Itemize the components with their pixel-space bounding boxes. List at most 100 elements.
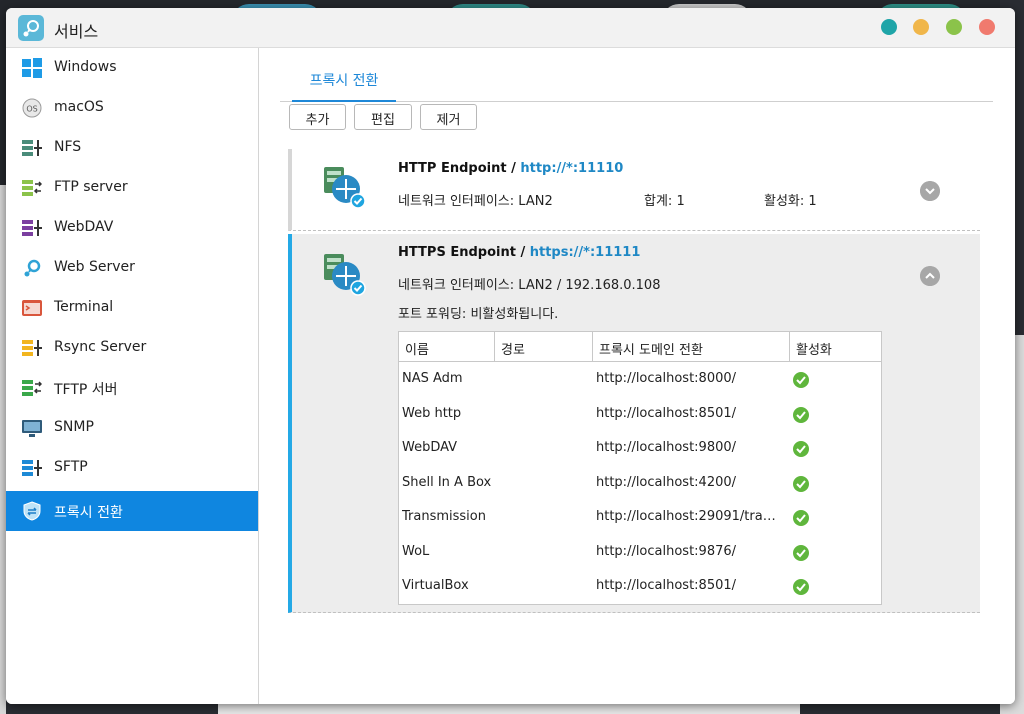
sidebar-item-proxy[interactable]: 프록시 전환 [6,491,258,531]
sidebar-item-label: FTP server [54,179,128,195]
enabled-check-icon [793,372,809,388]
sidebar-item-label: SNMP [54,419,94,435]
endpoint-port-forwarding: 포트 포워딩: 비활성화됩니다. [398,307,559,322]
sidebar-item-label: TFTP 서버 [54,382,118,398]
chevron-down-icon[interactable] [920,181,940,201]
enabled-check-icon [793,510,809,526]
endpoint-url[interactable]: https://*:11111 [530,245,641,260]
sidebar-item-terminal[interactable]: Terminal [6,288,258,328]
cell-target: http://localhost:8501/ [596,405,737,421]
endpoint-title: HTTP Endpoint / http://*:11110 [398,161,624,176]
sidebar: Windows OS macOS NFS FTP server WebDAV W… [6,48,259,704]
endpoint-url[interactable]: http://*:11110 [520,161,623,176]
cell-name: Shell In A Box [402,474,492,490]
proxy-shield-icon [23,501,41,521]
sidebar-item-snmp[interactable]: SNMP [6,408,258,448]
endpoint-server-icon [324,167,366,209]
table-row[interactable]: Transmission http://localhost:29091/trans… [399,509,881,529]
sftp-icon [22,460,42,476]
cell-name: Transmission [402,509,486,524]
nfs-icon [22,140,42,156]
cell-target: http://localhost:4200/ [596,474,737,490]
enabled-check-icon [793,544,809,561]
column-header-enabled[interactable]: 활성화 [790,332,882,362]
endpoint-interface: 네트워크 인터페이스: LAN2 [398,194,553,209]
sidebar-item-webdav[interactable]: WebDAV [6,208,258,248]
cell-name: WoL [402,543,430,559]
proxy-rules-table: 이름 경로 프록시 도메인 전환 활성화 NAS Adm http://local… [398,331,882,605]
enabled-check-icon [793,406,809,423]
sidebar-item-label: Windows [54,59,117,75]
terminal-icon [22,300,42,316]
add-button[interactable]: 추가 [289,104,346,130]
window-minimize-button[interactable] [913,19,929,35]
cell-name: VirtualBox [402,578,469,593]
sidebar-item-label: Web Server [54,259,135,275]
sidebar-item-tftp[interactable]: TFTP 서버 [6,368,258,408]
sidebar-item-windows[interactable]: Windows [6,48,258,88]
endpoint-active-count: 활성화: 1 [764,194,817,209]
cell-name: WebDAV [402,440,458,455]
column-header-target[interactable]: 프록시 도메인 전환 [593,332,790,362]
cell-target: http://localhost:9800/ [596,440,737,455]
sidebar-item-label: Rsync Server [54,339,147,355]
enabled-check-icon [793,441,809,457]
endpoint-interface: 네트워크 인터페이스: LAN2 / 192.168.0.108 [398,278,661,293]
column-header-path[interactable]: 경로 [495,332,593,362]
enabled-check-icon [793,579,809,595]
sidebar-item-label: NFS [54,139,82,155]
services-app-icon [18,15,44,41]
tftp-icon [22,380,42,396]
chevron-up-icon[interactable] [920,266,940,286]
windows-icon [22,58,42,78]
ftp-icon [22,180,42,196]
table-row[interactable]: NAS Adm http://localhost:8000/ [399,371,881,391]
edit-button[interactable]: 편집 [354,104,412,130]
tab-proxy[interactable]: 프록시 전환 [292,58,396,102]
sidebar-item-label: SFTP [54,459,88,475]
background-window [218,704,800,714]
table-row[interactable]: Shell In A Box http://localhost:4200/ [399,475,881,495]
title-bar[interactable]: 서비스 [6,8,1015,48]
snmp-icon [22,420,42,437]
sidebar-item-web-server[interactable]: Web Server [6,248,258,288]
sidebar-item-label: Terminal [54,299,114,315]
window-title: 서비스 [54,22,99,41]
cell-target: http://localhost:8000/ [596,371,737,386]
column-header-name[interactable]: 이름 [399,332,495,362]
enabled-check-icon [793,475,809,492]
sidebar-item-rsync-server[interactable]: Rsync Server [6,328,258,368]
table-row[interactable]: WoL http://localhost:9876/ [399,544,881,564]
endpoint-server-icon [324,254,366,296]
rsync-icon [22,340,42,356]
cell-target: http://localhost:8501/ [596,578,737,593]
web-server-icon [24,259,41,277]
sidebar-item-ftp-server[interactable]: FTP server [6,168,258,208]
endpoint-https[interactable]: HTTPS Endpoint / https://*:11111 네트워크 인터… [288,234,980,613]
macos-icon: OS [22,98,42,118]
sidebar-item-label: WebDAV [54,219,114,235]
window-maximize-button[interactable] [946,19,962,35]
cell-name: Web http [402,405,462,421]
services-window: 서비스 Windows OS macOS NFS FTP server WebD… [6,8,1015,704]
sidebar-item-sftp[interactable]: SFTP [6,448,258,488]
remove-button[interactable]: 제거 [420,104,477,130]
sidebar-item-macos[interactable]: OS macOS [6,88,258,128]
window-close-button[interactable] [979,19,995,35]
endpoint-http[interactable]: HTTP Endpoint / http://*:11110 네트워크 인터페이… [288,149,980,231]
cell-name: NAS Adm [402,371,463,386]
table-row[interactable]: VirtualBox http://localhost:8501/ [399,578,881,598]
cell-target: http://localhost:9876/ [596,543,737,559]
endpoint-title: HTTPS Endpoint / https://*:11111 [398,245,641,260]
cell-target: http://localhost:29091/transmi... [596,509,782,524]
table-row[interactable]: Web http http://localhost:8501/ [399,406,881,426]
sidebar-item-nfs[interactable]: NFS [6,128,258,168]
webdav-icon [22,220,42,236]
endpoint-total: 합계: 1 [644,194,685,209]
svg-text:OS: OS [26,105,37,114]
tab-bar: 프록시 전환 [280,58,993,102]
sidebar-item-label: 프록시 전환 [54,505,123,521]
sidebar-item-label: macOS [54,99,104,115]
table-row[interactable]: WebDAV http://localhost:9800/ [399,440,881,460]
window-pin-button[interactable] [881,19,897,35]
